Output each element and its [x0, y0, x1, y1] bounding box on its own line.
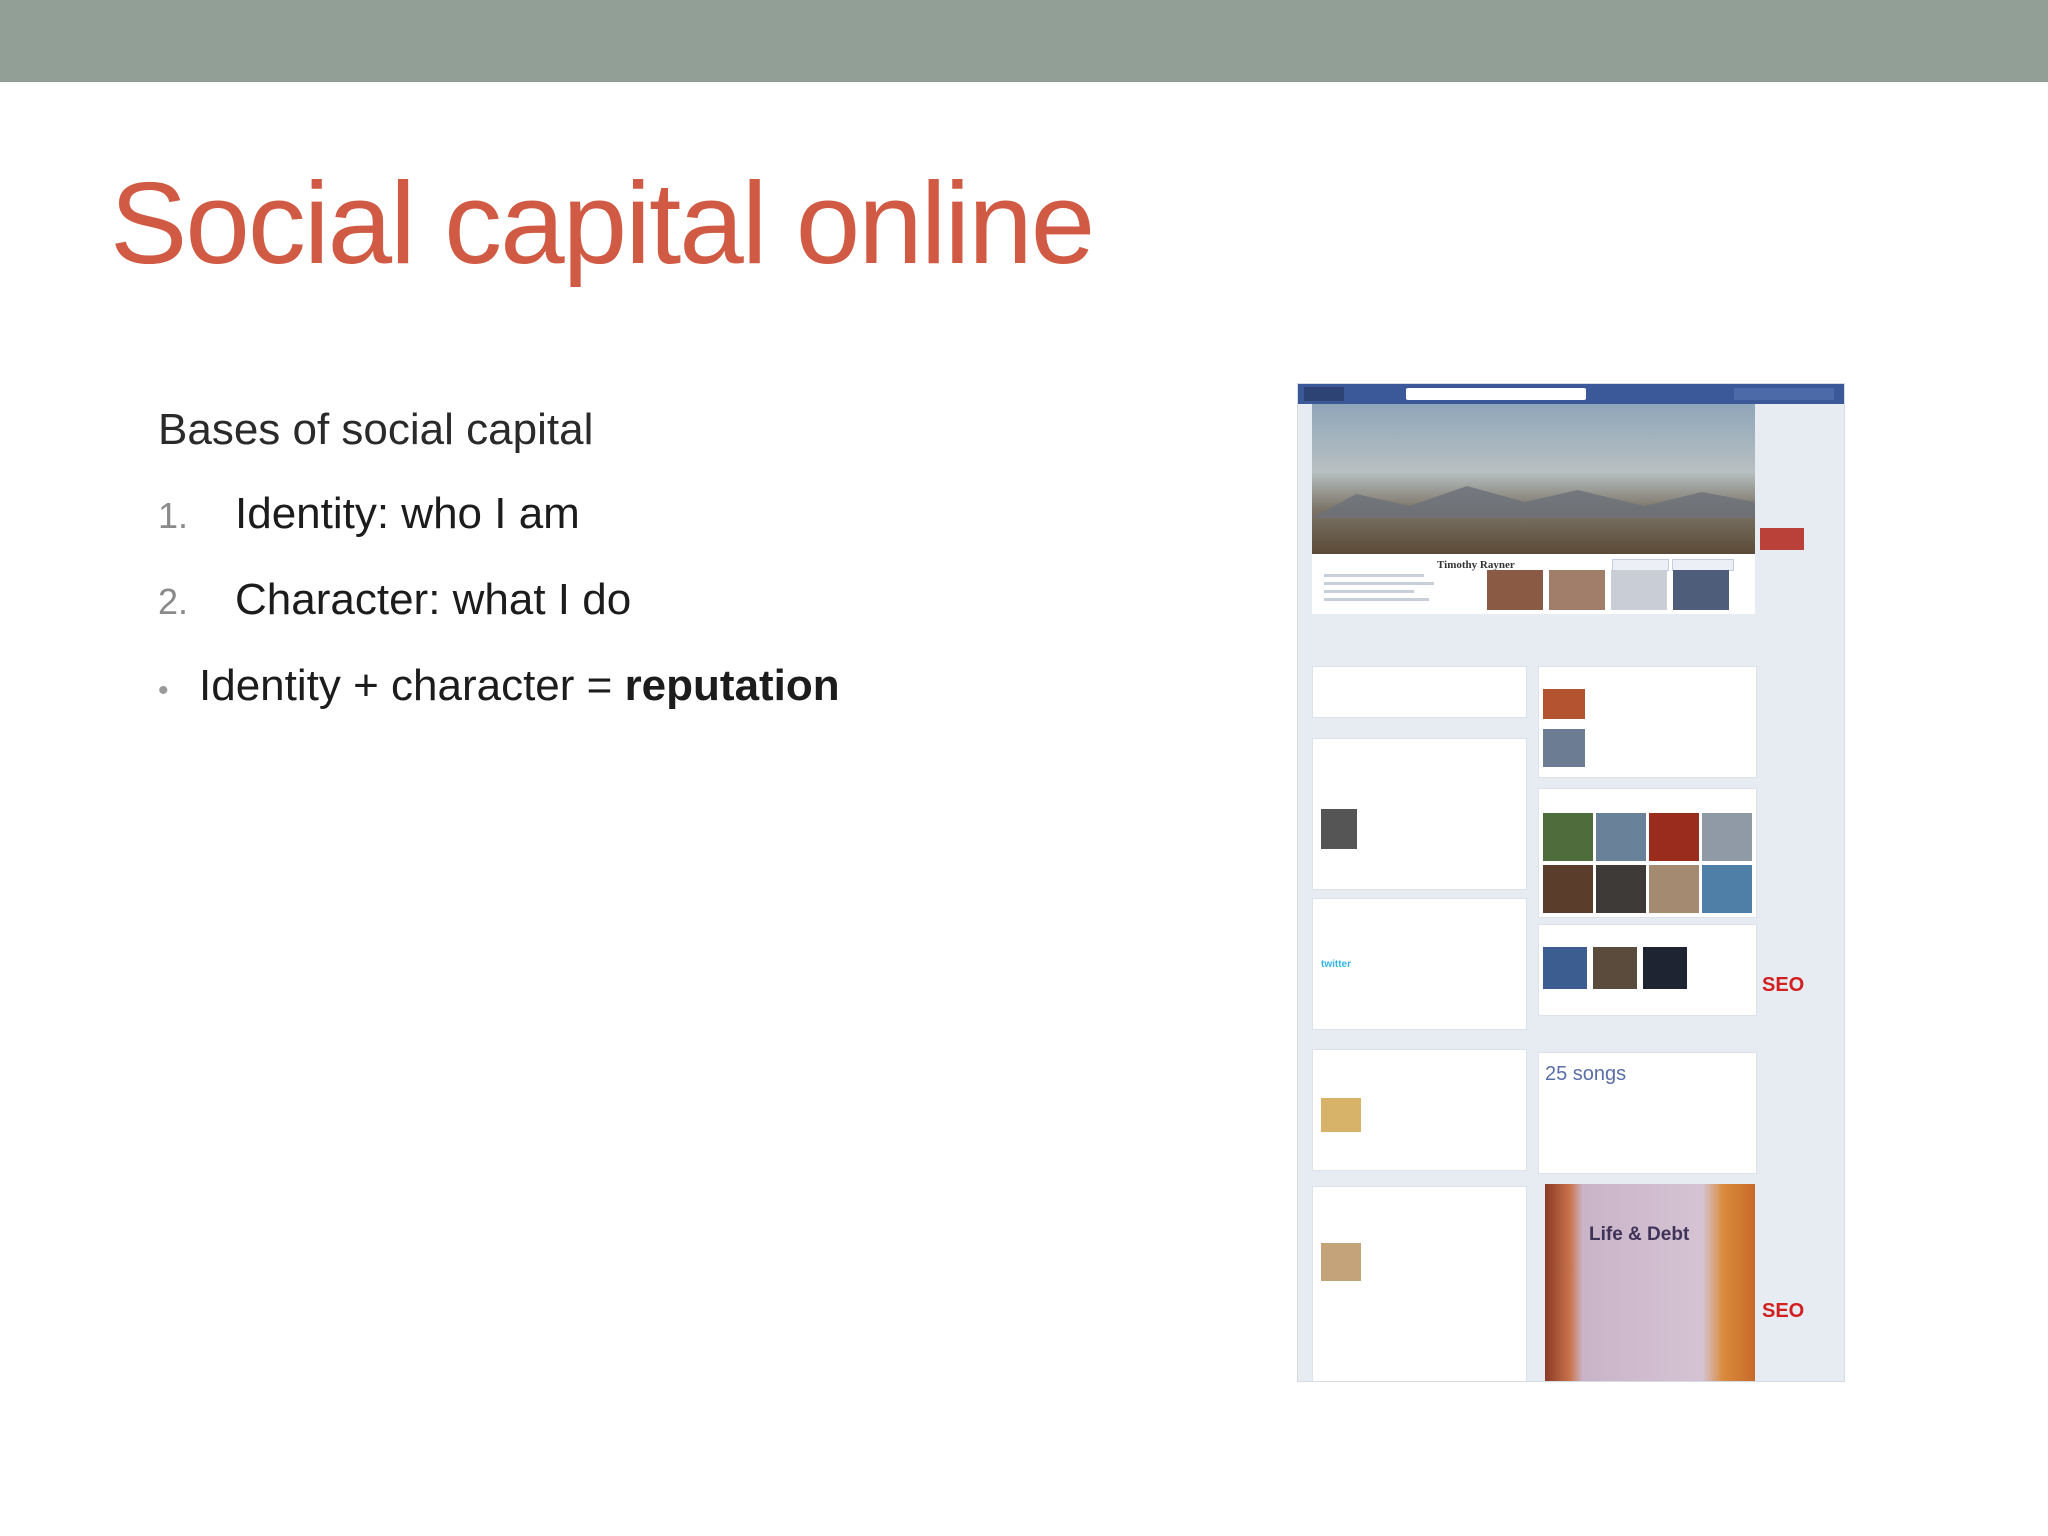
friend-photo [1702, 813, 1752, 861]
info-line [1324, 574, 1424, 577]
profile-info-bar: Timothy Rayner [1312, 554, 1755, 614]
activity-image [1543, 729, 1585, 767]
bullet-text: Identity + character = reputation [199, 661, 840, 711]
list-item: 2. Character: what I do [158, 575, 840, 625]
numbered-list: 1. Identity: who I am 2. Character: what… [158, 489, 840, 625]
slide-title: Social capital online [110, 158, 1095, 288]
mountain-silhouette [1312, 486, 1755, 518]
like-photo [1593, 947, 1637, 989]
bullet-text-bold: reputation [624, 661, 840, 710]
section-heading: Bases of social capital [158, 405, 594, 454]
map-thumbnail [1611, 570, 1667, 610]
timeline-post [1312, 738, 1527, 890]
post-image [1321, 1243, 1361, 1281]
ad-image [1760, 528, 1804, 550]
list-number: 1. [158, 495, 189, 536]
list-item-text: Character: what I do [235, 575, 632, 624]
friend-photo [1702, 865, 1752, 913]
seo-ad-image: SEO [1762, 1300, 1805, 1322]
friends-box [1538, 788, 1757, 918]
book-title: Life & Debt [1589, 1224, 1690, 1245]
timeline-post [1312, 1049, 1527, 1171]
post-image [1321, 809, 1357, 849]
friend-photo [1649, 865, 1699, 913]
info-line [1324, 598, 1429, 601]
top-bar [0, 0, 2048, 82]
twitter-logo: twitter [1321, 959, 1351, 970]
friend-photo [1649, 813, 1699, 861]
status-composer [1312, 666, 1527, 718]
bullet-marker: • [158, 674, 169, 707]
info-line [1324, 590, 1414, 593]
friend-photo [1596, 813, 1646, 861]
list-number: 2. [158, 581, 189, 622]
post-image [1321, 1098, 1361, 1132]
seo-ad-image: SEO [1762, 974, 1805, 996]
right-sidebar: SEO SEO [1756, 408, 1838, 1368]
facebook-logo [1304, 387, 1344, 401]
activity-image [1543, 689, 1585, 719]
cover-photo [1312, 404, 1755, 554]
slide-body: Bases of social capital 1. Identity: who… [158, 405, 840, 711]
bullet-item: • Identity + character = reputation [158, 661, 840, 711]
timeline-post: twitter [1312, 898, 1527, 1030]
timeline-post [1312, 1186, 1527, 1381]
list-item-text: Identity: who I am [235, 489, 580, 538]
facebook-user-menu [1734, 388, 1834, 400]
activity-box [1538, 666, 1757, 778]
like-photo [1543, 947, 1587, 989]
photos-thumbnail [1549, 570, 1605, 610]
info-line [1324, 582, 1434, 585]
songs-count: 25 songs [1545, 1063, 1627, 1085]
bullet-text-plain: Identity + character = [199, 661, 625, 710]
friends-thumbnail [1487, 570, 1543, 610]
like-photo [1643, 947, 1687, 989]
list-item: 1. Identity: who I am [158, 489, 840, 539]
facebook-search-box [1406, 388, 1586, 400]
friend-photo [1543, 813, 1593, 861]
friend-photo [1543, 865, 1593, 913]
likes-box [1538, 924, 1757, 1016]
facebook-timeline-screenshot: Timothy Rayner twitter 25 songs Life & D… [1297, 383, 1845, 1382]
friend-photo [1596, 865, 1646, 913]
likes-thumbnail [1673, 570, 1729, 610]
facebook-top-bar [1298, 384, 1844, 404]
music-box: 25 songs [1538, 1052, 1757, 1174]
book-photo: Life & Debt [1545, 1184, 1755, 1381]
